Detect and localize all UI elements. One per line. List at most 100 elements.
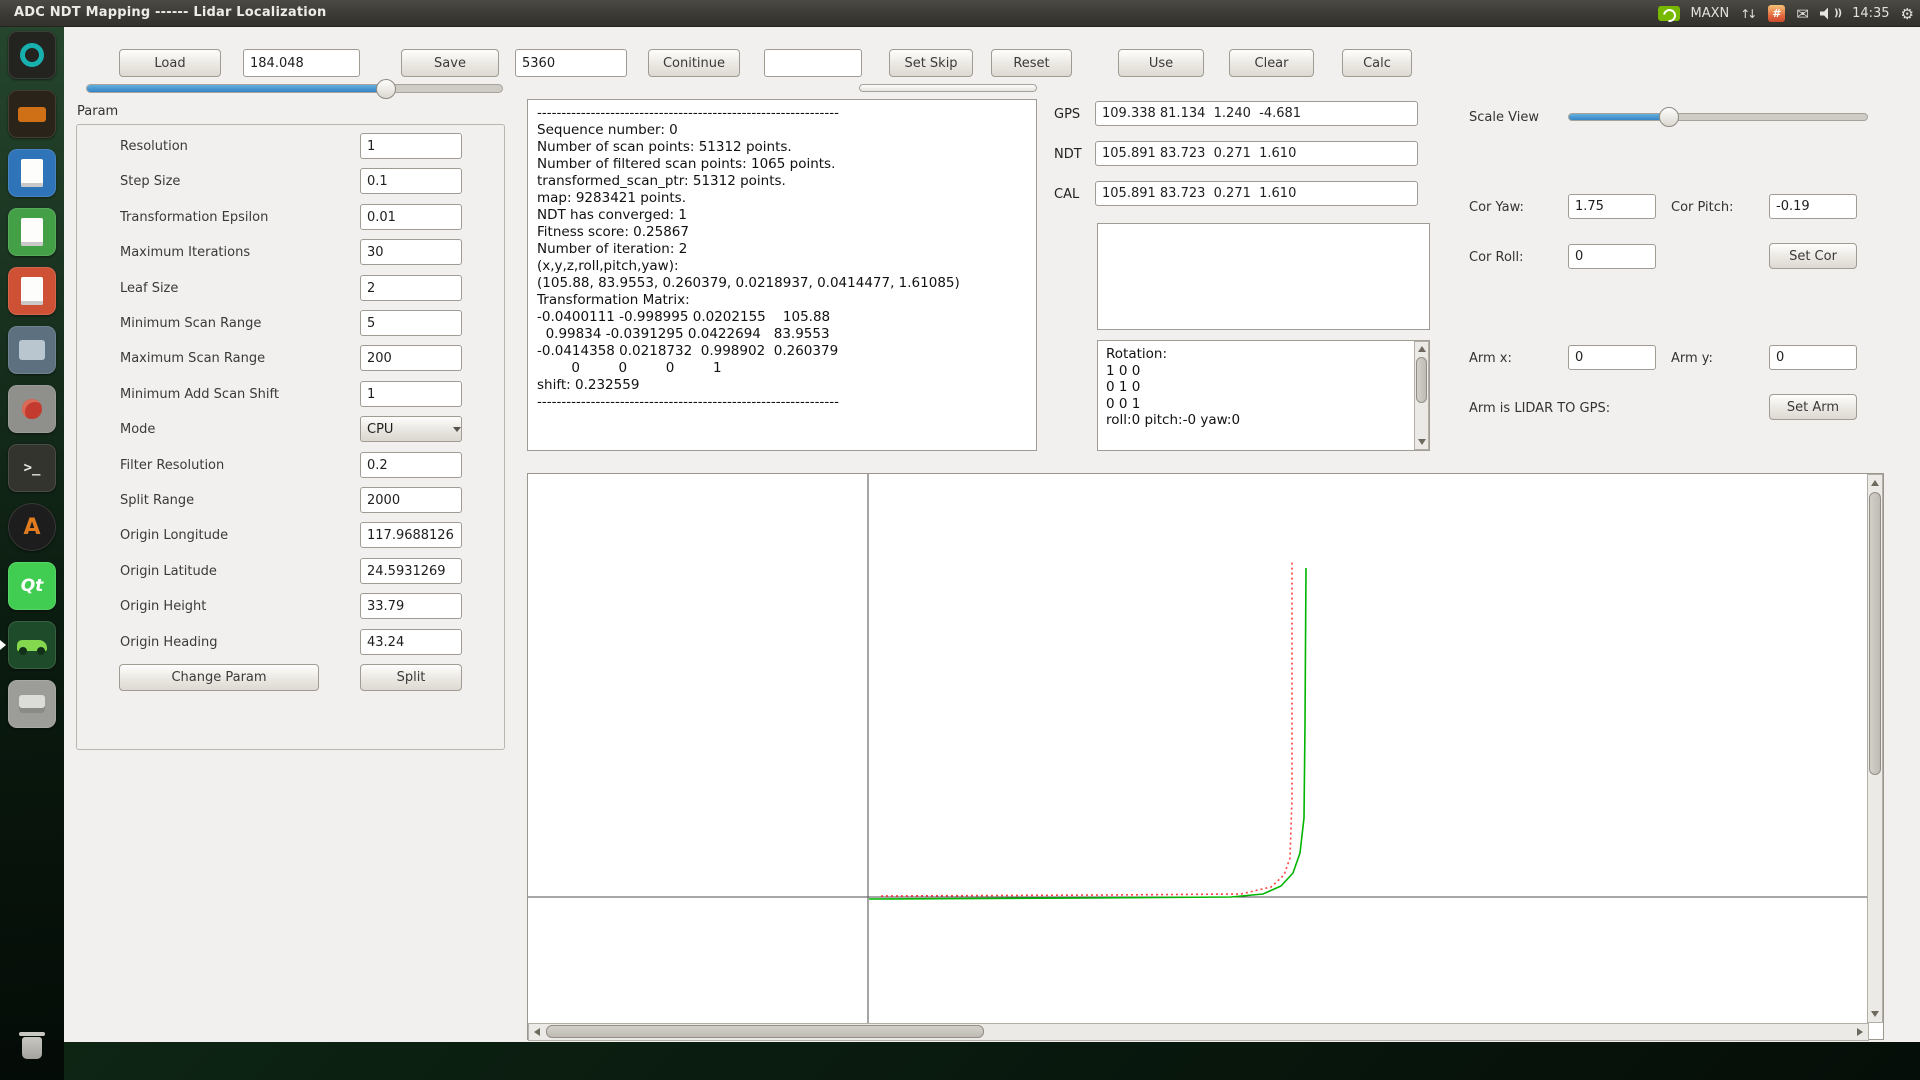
save-value-input[interactable]: 5360 <box>515 49 627 77</box>
minimum-add-scan-shift-input[interactable]: 1 <box>360 381 462 407</box>
scroll-left-icon[interactable] <box>534 1028 540 1036</box>
param-label: Filter Resolution <box>120 458 224 473</box>
load-button[interactable]: Load <box>119 49 221 77</box>
printer-icon[interactable] <box>8 680 56 728</box>
cor-roll-label: Cor Roll: <box>1469 250 1524 265</box>
input-method-icon[interactable]: # <box>1768 5 1785 22</box>
param-label: Origin Height <box>120 599 206 614</box>
cor-pitch-input[interactable]: -0.19 <box>1769 194 1857 219</box>
settings-icon[interactable] <box>8 385 56 433</box>
cor-pitch-label: Cor Pitch: <box>1671 200 1734 215</box>
param-row-maximum-iterations: Maximum Iterations 30 <box>120 239 506 265</box>
param-group-title: Param <box>77 104 118 119</box>
save-button[interactable]: Save <box>401 49 499 77</box>
origin-height-input[interactable]: 33.79 <box>360 593 462 619</box>
arm-y-input[interactable]: 0 <box>1769 345 1857 370</box>
origin-latitude-input[interactable]: 24.5931269 <box>360 558 462 584</box>
step-size-input[interactable]: 0.1 <box>360 168 462 194</box>
scale-view-slider-handle[interactable] <box>1659 107 1679 127</box>
gps-value-field[interactable]: 109.338 81.134 1.240 -4.681 <box>1095 101 1418 126</box>
window-title: ADC NDT Mapping ------ Lidar Localizatio… <box>14 5 327 20</box>
transformation-epsilon-input[interactable]: 0.01 <box>360 204 462 230</box>
param-row-origin-latitude: Origin Latitude 24.5931269 <box>120 558 506 584</box>
writer-icon[interactable] <box>8 149 56 197</box>
param-row-filter-resolution: Filter Resolution 0.2 <box>120 452 506 478</box>
system-bar: ADC NDT Mapping ------ Lidar Localizatio… <box>0 0 1920 27</box>
playback-slider-handle[interactable] <box>376 79 396 99</box>
clear-button[interactable]: Clear <box>1229 49 1314 77</box>
use-button[interactable]: Use <box>1118 49 1204 77</box>
network-arrows-icon[interactable]: ↑↓ <box>1740 7 1757 21</box>
trajectory-plot[interactable] <box>527 473 1884 1040</box>
plot-hscroll-thumb[interactable] <box>546 1025 984 1038</box>
app-window: Load 184.048 Save 5360 Conitinue Set Ski… <box>64 27 1920 1042</box>
resolution-input[interactable]: 1 <box>360 133 462 159</box>
plot-vertical-scrollbar[interactable] <box>1867 474 1883 1023</box>
clock[interactable]: 14:35 <box>1852 6 1889 21</box>
trash-icon[interactable] <box>8 1024 56 1072</box>
skip-value-input[interactable] <box>764 49 862 77</box>
scroll-right-icon[interactable] <box>1857 1028 1863 1036</box>
param-label: Step Size <box>120 174 180 189</box>
origin-heading-input[interactable]: 43.24 <box>360 629 462 655</box>
plot-horizontal-scrollbar[interactable] <box>528 1023 1869 1041</box>
param-label: Split Range <box>120 493 194 508</box>
param-label: Maximum Scan Range <box>120 351 265 366</box>
param-row-origin-height: Origin Height 33.79 <box>120 593 506 619</box>
app-a-icon[interactable]: A <box>8 503 56 551</box>
continue-button[interactable]: Conitinue <box>648 49 740 77</box>
plot-vscroll-thumb[interactable] <box>1869 492 1881 775</box>
cal-value-field[interactable]: 105.891 83.723 0.271 1.610 <box>1095 181 1418 206</box>
split-range-input[interactable]: 2000 <box>360 487 462 513</box>
rotation-output[interactable]: Rotation: 1 0 0 0 1 0 0 0 1 roll:0 pitch… <box>1097 340 1430 451</box>
qt-creator-icon[interactable]: Qt <box>8 562 56 610</box>
rotation-scrollbar[interactable] <box>1414 341 1429 450</box>
load-value-input[interactable]: 184.048 <box>243 49 360 77</box>
scroll-down-icon[interactable] <box>1871 1011 1879 1017</box>
rotation-scrollbar-thumb[interactable] <box>1416 357 1427 403</box>
impress-icon[interactable] <box>8 267 56 315</box>
maximum-scan-range-input[interactable]: 200 <box>360 345 462 371</box>
dash-icon[interactable] <box>8 31 56 79</box>
filter-resolution-input[interactable]: 0.2 <box>360 452 462 478</box>
cor-yaw-input[interactable]: 1.75 <box>1568 194 1656 219</box>
param-row-mode: Mode CPU <box>120 416 506 442</box>
scroll-up-icon[interactable] <box>1418 346 1426 352</box>
gps-trajectory-curve <box>881 562 1292 896</box>
playback-slider[interactable] <box>86 84 503 93</box>
nvidia-icon[interactable] <box>1658 6 1680 21</box>
minimum-scan-range-input[interactable]: 5 <box>360 310 462 336</box>
arm-x-input[interactable]: 0 <box>1568 345 1656 370</box>
scale-view-slider[interactable] <box>1568 113 1868 121</box>
files-icon[interactable] <box>8 90 56 138</box>
reset-button[interactable]: Reset <box>991 49 1072 77</box>
terminal-icon[interactable]: >_ <box>8 444 56 492</box>
software-icon[interactable] <box>8 326 56 374</box>
param-label: Origin Heading <box>120 635 218 650</box>
change-param-button[interactable]: Change Param <box>119 664 319 691</box>
mapping-app-icon[interactable] <box>8 621 56 669</box>
launcher-dock: >_ A Qt <box>0 27 64 1080</box>
leaf-size-input[interactable]: 2 <box>360 275 462 301</box>
set-cor-button[interactable]: Set Cor <box>1769 243 1857 269</box>
mode-select[interactable]: CPU <box>360 416 462 442</box>
log-output[interactable]: ----------------------------------------… <box>527 99 1037 451</box>
scroll-down-icon[interactable] <box>1418 439 1426 445</box>
progress-bar <box>859 84 1037 92</box>
scroll-up-icon[interactable] <box>1871 480 1879 486</box>
rotation-text: Rotation: 1 0 0 0 1 0 0 0 1 roll:0 pitch… <box>1106 346 1240 429</box>
calc-button[interactable]: Calc <box>1342 49 1412 77</box>
volume-icon[interactable]: )) <box>1820 8 1841 20</box>
ndt-value-field[interactable]: 105.891 83.723 0.271 1.610 <box>1095 141 1418 166</box>
param-row-split-range: Split Range 2000 <box>120 487 506 513</box>
set-arm-button[interactable]: Set Arm <box>1769 394 1857 420</box>
set-skip-button[interactable]: Set Skip <box>889 49 973 77</box>
cor-roll-input[interactable]: 0 <box>1568 244 1656 269</box>
origin-longitude-input[interactable]: 117.9688126 <box>360 522 462 548</box>
mail-icon[interactable]: ✉ <box>1796 5 1809 23</box>
arm-y-label: Arm y: <box>1671 351 1713 366</box>
calc-icon[interactable] <box>8 208 56 256</box>
split-button[interactable]: Split <box>360 664 462 691</box>
maximum-iterations-input[interactable]: 30 <box>360 239 462 265</box>
session-gear-icon[interactable]: ⚙ <box>1901 5 1914 23</box>
